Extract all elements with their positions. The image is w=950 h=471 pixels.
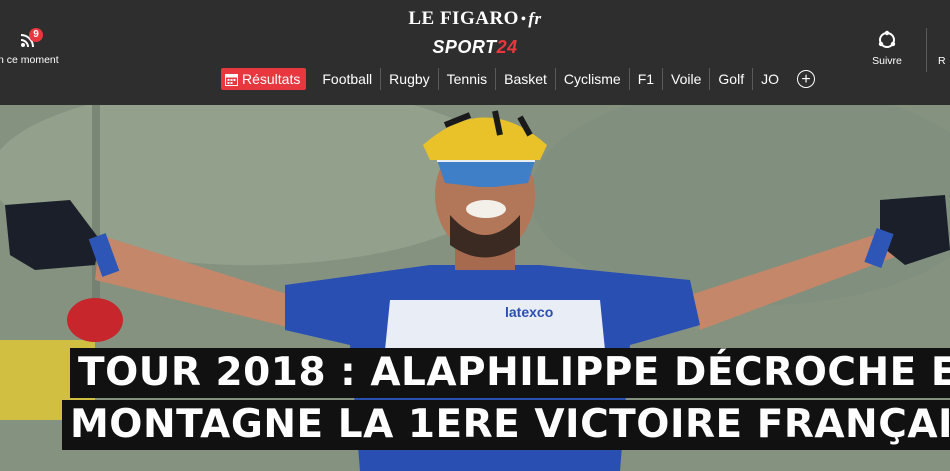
- logo-tld: fr: [528, 9, 542, 28]
- nav-item-football[interactable]: Football: [314, 68, 380, 90]
- logo-name: LE FIGARO: [408, 8, 519, 29]
- hero-article[interactable]: latexco TOUR 2018 : ALAPHILIPPE DÉCROCHE…: [0, 105, 950, 471]
- nav-item-cyclisme[interactable]: Cyclisme: [554, 68, 629, 90]
- site-header: LE FIGARO • fr SPORT24 9 n ce moment Suivr…: [0, 0, 950, 105]
- sport-nav: Résultats Football Rugby Tennis Basket C…: [221, 67, 815, 91]
- nav-item-f1[interactable]: F1: [628, 68, 662, 90]
- nav-item-basket[interactable]: Basket: [495, 68, 555, 90]
- header-divider: [926, 28, 927, 72]
- nav-item-tennis[interactable]: Tennis: [437, 68, 495, 90]
- jersey-sponsor-text: latexco: [505, 304, 553, 320]
- nav-item-resultats-label: Résultats: [242, 71, 301, 87]
- sport24-number: 24: [496, 37, 518, 57]
- logo-dot: •: [520, 11, 527, 27]
- nav-item-rugby[interactable]: Rugby: [380, 68, 437, 90]
- follow-label: Suivre: [872, 55, 902, 67]
- truncated-header-label[interactable]: R: [938, 55, 946, 67]
- notification-badge: 9: [29, 28, 43, 42]
- sport24-text: SPORT: [432, 37, 497, 57]
- headline-line-2: MONTAGNE LA 1ERE VICTOIRE FRANÇAISE: [62, 400, 950, 450]
- nav-item-voile[interactable]: Voile: [662, 68, 709, 90]
- headline-line-1: TOUR 2018 : ALAPHILIPPE DÉCROCHE EN: [70, 348, 950, 398]
- calendar-icon: [225, 74, 238, 86]
- sport24-logo[interactable]: SPORT24: [0, 37, 950, 58]
- en-ce-moment-label: n ce moment: [0, 54, 59, 66]
- more-sports-plus-icon[interactable]: +: [796, 70, 815, 88]
- nav-item-golf[interactable]: Golf: [709, 68, 752, 90]
- nav-item-jo[interactable]: JO: [752, 68, 787, 90]
- follow-button[interactable]: Suivre: [862, 30, 912, 75]
- en-ce-moment-button[interactable]: 9 n ce moment: [0, 26, 80, 76]
- figaro-logo[interactable]: LE FIGARO • fr: [0, 8, 950, 30]
- nav-item-resultats[interactable]: Résultats: [221, 68, 307, 90]
- follow-icon: [878, 30, 896, 48]
